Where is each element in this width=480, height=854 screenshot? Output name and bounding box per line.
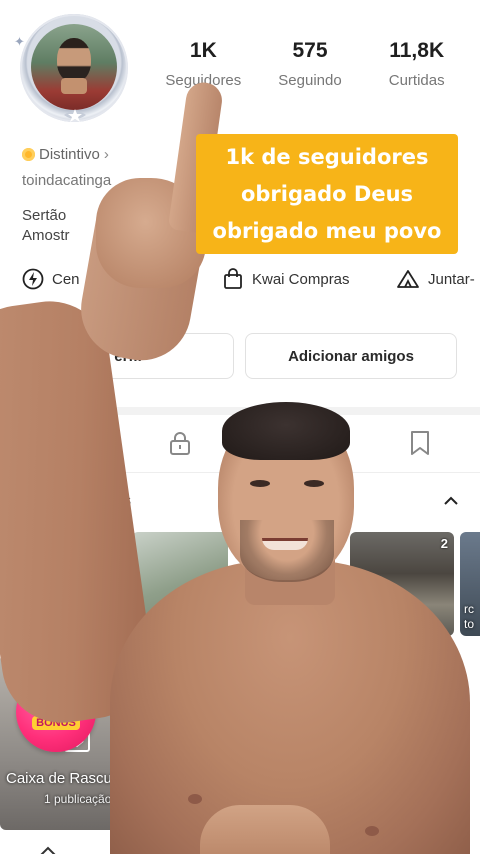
bookmark-icon	[411, 431, 429, 455]
stat-label: Seguindo	[278, 72, 342, 89]
content-tabs	[0, 416, 480, 473]
stat-followers[interactable]: 1K Seguidores	[150, 38, 257, 89]
kwai-bonus-line: KWAI	[32, 694, 80, 713]
active-tab-indicator	[60, 468, 120, 471]
sticker-line: obrigado meu povo	[212, 218, 442, 243]
edit-profile-button[interactable]: erfil	[22, 333, 234, 379]
profile-page: ✦ 1K Seguidores 575 Seguindo 11,8K Curti…	[0, 0, 480, 854]
shortcut-label: Juntar-	[428, 270, 475, 288]
kwai-bonus-count: 2	[78, 676, 93, 691]
add-friends-button[interactable]: Adicionar amigos	[245, 333, 457, 379]
stat-label: Curtidas	[388, 72, 445, 89]
badge-icon	[22, 148, 35, 161]
tent-icon	[397, 270, 419, 288]
playlist-thumb[interactable]: rc to	[460, 532, 480, 636]
chevron-up-icon[interactable]	[442, 492, 460, 510]
playlist-thumb[interactable]: 2	[64, 532, 124, 636]
shortcut-center[interactable]: Cen	[22, 268, 80, 290]
shortcut-kwai-compras[interactable]: Kwai Compras	[222, 268, 350, 290]
avatar-neck	[61, 78, 87, 94]
stat-label: Seguidores	[165, 72, 242, 89]
shortcut-label: Cen	[52, 270, 80, 288]
caption-sticker: 1k de seguidores obrigado Deus obrigado …	[196, 134, 458, 254]
avatar-photo	[31, 24, 117, 110]
playlists-header[interactable]: Playlists	[0, 488, 480, 516]
tab-private[interactable]	[167, 430, 193, 461]
thumb-label: 1k de	[386, 654, 417, 664]
playlist-caption: rc to	[464, 602, 475, 631]
home-icon[interactable]	[38, 846, 58, 854]
playlists-title: Playlists	[76, 492, 132, 509]
star-badge-icon	[64, 109, 86, 122]
lightning-icon	[22, 268, 44, 290]
bio-line: Sertão	[22, 207, 67, 224]
tab-saved[interactable]	[408, 430, 432, 461]
drafts-subtitle: 1 publicação	[44, 792, 112, 806]
distintivo-label: Distintivo	[39, 146, 100, 163]
sticker-line: obrigado Deus	[240, 181, 414, 206]
bio-line: Amostr	[22, 227, 70, 244]
playlist-count: 2	[110, 536, 118, 551]
username: toindacatinga	[22, 172, 112, 189]
stat-value: 575	[292, 39, 328, 62]
playlist-thumb[interactable]: 2 pensei nos burrego bpm	[350, 532, 454, 636]
profile-stats: 1K Seguidores 575 Seguindo 11,8K Curtida…	[150, 38, 470, 89]
chevron-right-icon: ›	[103, 146, 109, 163]
stat-value: 1K	[189, 39, 217, 62]
avatar-face	[57, 38, 91, 82]
avatar[interactable]: ✦	[14, 10, 136, 128]
playlist-caption: pensei nos burrego bpm	[354, 602, 423, 631]
stat-following[interactable]: 575 Seguindo	[257, 38, 364, 89]
shortcut-join[interactable]: Juntar-	[396, 268, 475, 290]
stat-value: 11,8K	[389, 39, 445, 62]
shopping-bag-icon	[224, 268, 242, 289]
stat-likes[interactable]: 11,8K Curtidas	[363, 38, 470, 89]
kwai-bonus-line: BÔNUS	[32, 716, 80, 730]
sticker-line: 1k de seguidores	[225, 144, 429, 169]
drafts-title: Caixa de Rascun	[6, 770, 121, 787]
playlist-count: 2	[440, 536, 448, 551]
shortcut-label: Kwai Compras	[252, 270, 350, 288]
distintivo-link[interactable]: Distintivo ›	[22, 146, 109, 163]
lock-icon	[170, 432, 190, 455]
tabs-border	[0, 472, 480, 473]
playlist-thumb[interactable]	[132, 532, 228, 636]
section-divider	[0, 407, 480, 415]
